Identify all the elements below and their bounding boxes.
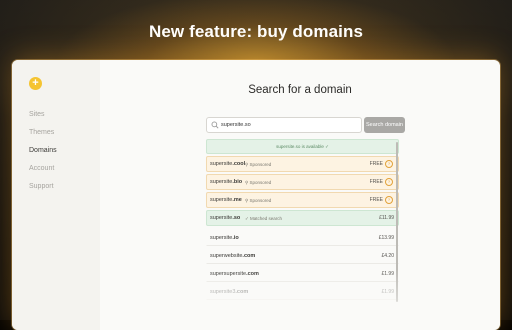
sponsored-badge: ⚲ Sponsored	[245, 198, 271, 204]
search-input[interactable]	[221, 118, 357, 132]
result-row[interactable]: supersite.io £13.99	[206, 230, 399, 246]
domain-price: £11.99	[379, 215, 394, 221]
domain-label: supersite	[210, 161, 233, 167]
domain-price: FREE	[369, 161, 383, 167]
domain-label: supersite	[210, 179, 233, 185]
domain-price: FREE	[369, 197, 383, 203]
domain-name: supersite.cool	[210, 161, 245, 167]
info-icon[interactable]: ?	[385, 196, 393, 204]
page-title: Search for a domain	[248, 84, 352, 96]
sidebar-item-support[interactable]: Support	[29, 182, 57, 200]
domain-name: superwebsite.com	[210, 253, 255, 259]
result-row[interactable]: superwebsite.com £4.20	[206, 248, 399, 264]
availability-banner: supersite.so is available ✓	[206, 139, 399, 154]
domain-price: FREE	[369, 179, 383, 185]
info-icon[interactable]: ?	[385, 160, 393, 168]
sidebar-nav: Sites Themes Domains Account Support	[29, 110, 57, 200]
domain-price: £4.20	[381, 253, 394, 259]
info-icon[interactable]: ?	[385, 178, 393, 186]
sponsored-badge: ⚲ Sponsored	[245, 162, 271, 168]
domain-label: superwebsite	[210, 253, 243, 259]
domain-label: supersite	[210, 197, 233, 203]
domain-name: supersite.io	[210, 235, 239, 241]
sidebar-item-themes[interactable]: Themes	[29, 128, 57, 146]
domain-tld: .cool	[232, 161, 246, 167]
sidebar-item-domains[interactable]: Domains	[29, 146, 57, 164]
sponsored-badge: ⚲ Sponsored	[245, 180, 271, 186]
bottom-fade	[100, 270, 500, 330]
headline: New feature: buy domains	[149, 22, 363, 41]
domain-label: supersite	[210, 215, 233, 221]
domain-name: supersite.me	[210, 197, 242, 203]
search-domain-button[interactable]: Search domain	[364, 117, 405, 133]
badge-label: Sponsored	[249, 161, 272, 167]
result-row[interactable]: supersite.me ⚲ Sponsored FREE?	[206, 192, 399, 208]
domain-tld: .io	[232, 235, 239, 241]
domain-tld: .bio	[232, 179, 243, 185]
domain-tld: .so	[232, 215, 241, 221]
domain-price: £13.99	[378, 235, 394, 241]
badge-label: Matched search	[250, 215, 283, 221]
logo-icon[interactable]: +	[29, 77, 42, 90]
domain-name: supersite.bio	[210, 179, 242, 185]
sidebar-item-account[interactable]: Account	[29, 164, 57, 182]
domain-name: supersite.so	[210, 215, 240, 221]
domain-label: supersite	[210, 235, 233, 241]
domain-tld: .com	[242, 253, 256, 259]
result-row[interactable]: supersite.cool ⚲ Sponsored FREE?	[206, 156, 399, 172]
matched-search-badge: ✓ Matched search	[245, 216, 282, 222]
search-icon	[211, 121, 219, 129]
badge-label: Sponsored	[249, 179, 272, 185]
result-row[interactable]: supersite.so ✓ Matched search £11.99	[206, 210, 399, 226]
domain-tld: .me	[232, 197, 242, 203]
app-window: + Sites Themes Domains Account Support S…	[12, 60, 500, 330]
result-row[interactable]: supersite.bio ⚲ Sponsored FREE?	[206, 174, 399, 190]
sidebar-item-sites[interactable]: Sites	[29, 110, 57, 128]
search-field[interactable]	[206, 117, 362, 133]
badge-label: Sponsored	[249, 197, 272, 203]
sidebar: + Sites Themes Domains Account Support	[12, 60, 100, 330]
